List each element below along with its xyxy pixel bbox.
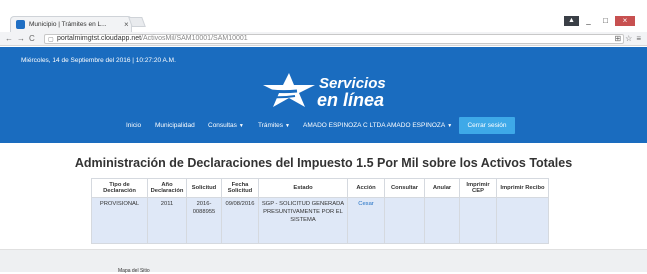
page-info-icon[interactable]: ▢ [48,36,54,44]
cell-anio: 2011 [147,197,187,244]
url-host: portalmimgtst.cloudapp.net [57,35,142,42]
declarations-table: Tipo de Declaración Año Declaración Soli… [91,178,549,244]
forward-icon[interactable]: → [17,34,25,43]
reload-icon[interactable]: C [29,34,35,43]
close-window-button[interactable]: × [615,16,635,26]
tab-close-icon[interactable]: × [124,20,129,29]
address-bar[interactable]: ▢ portalmimgtst.cloudapp.net/ActivosMil/… [44,34,624,44]
user-profile-icon[interactable]: ▲ [564,16,579,26]
column-header: Solicitud [186,178,222,198]
column-header: Tipo de Declaración [91,178,148,198]
nav-consultas-label: Consultas [208,122,237,129]
nav-inicio[interactable]: Inicio [126,122,141,129]
cell-imprimir-recibo [496,197,549,244]
column-header: Anular [424,178,460,198]
chevron-down-icon: ▼ [285,123,290,129]
column-header: Acción [347,178,385,198]
window-controls: ▲ _ □ × [564,16,635,26]
main-nav: Inicio Municipalidad Consultas ▼ Trámites… [0,120,647,134]
browser-menu-icon[interactable]: ≡ [636,34,641,43]
nav-tramites[interactable]: Trámites ▼ [258,122,290,129]
url-path: /ActivosMil/SAM10001/SAM10001 [141,35,248,42]
column-header: Imprimir Recibo [496,178,549,198]
nav-municipalidad[interactable]: Municipalidad [155,122,195,129]
servicios-en-linea-logo[interactable]: Servicios en línea [257,68,397,113]
column-header: Fecha Solicitud [221,178,259,198]
logo-star-icon [257,73,315,107]
site-header: Miércoles, 14 de Septiembre del 2016 | 1… [0,47,647,143]
current-datetime: Miércoles, 14 de Septiembre del 2016 | 1… [21,57,176,64]
new-tab-button[interactable] [128,17,146,27]
browser-toolbar: ← → C ▢ portalmimgtst.cloudapp.net/Activ… [0,32,647,46]
tab-title: Municipio | Trámites en L... [29,21,107,28]
nav-consultas[interactable]: Consultas ▼ [208,122,244,129]
table-row: PROVISIONAL 2011 2016-0088955 09/08/2016… [91,197,549,244]
translate-icon[interactable]: ⊞ [614,34,621,43]
back-icon[interactable]: ← [5,34,13,43]
chevron-down-icon: ▼ [238,123,244,129]
page-title: Administración de Declaraciones del Impu… [74,156,573,170]
cesar-link[interactable]: Cesar [358,201,373,207]
cell-anular [424,197,460,244]
cell-imprimir-cep [459,197,497,244]
column-header: Año Declaración [147,178,187,198]
maximize-button[interactable]: □ [598,16,613,26]
cell-consultar [384,197,425,244]
bookmark-star-icon[interactable]: ☆ [625,34,632,43]
table-header-row: Tipo de Declaración Año Declaración Soli… [91,178,549,198]
site-footer: Mapa del Sitio [0,249,647,274]
favicon-icon [16,20,25,29]
column-header: Imprimir CEP [459,178,497,198]
browser-chrome: Municipio | Trámites en L... × ▲ _ □ × [0,0,647,32]
logout-button[interactable]: Cerrar sesión [459,117,515,134]
toolbar-icons: ⊞ ☆ ≡ [614,34,641,43]
nav-user-label: AMADO ESPINOZA C LTDA AMADO ESPINOZA [303,122,446,129]
cell-tipo: PROVISIONAL [91,197,148,244]
cell-solicitud: 2016-0088955 [186,197,222,244]
nav-user-menu[interactable]: AMADO ESPINOZA C LTDA AMADO ESPINOZA ▼ [303,122,452,129]
logo-text-en-linea: en línea [317,90,385,110]
nav-tramites-label: Trámites [258,122,284,129]
column-header: Estado [258,178,348,198]
column-header: Consultar [384,178,425,198]
sitemap-link[interactable]: Mapa del Sitio [118,268,150,274]
cell-estado: SGP - SOLICITUD GENERADA PRESUNTIVAMENTE… [258,197,348,244]
browser-tab[interactable]: Municipio | Trámites en L... × [10,16,132,32]
chevron-down-icon: ▼ [447,123,453,129]
cell-fecha: 09/08/2016 [221,197,259,244]
minimize-button[interactable]: _ [581,16,596,26]
cell-accion: Cesar [347,197,385,244]
